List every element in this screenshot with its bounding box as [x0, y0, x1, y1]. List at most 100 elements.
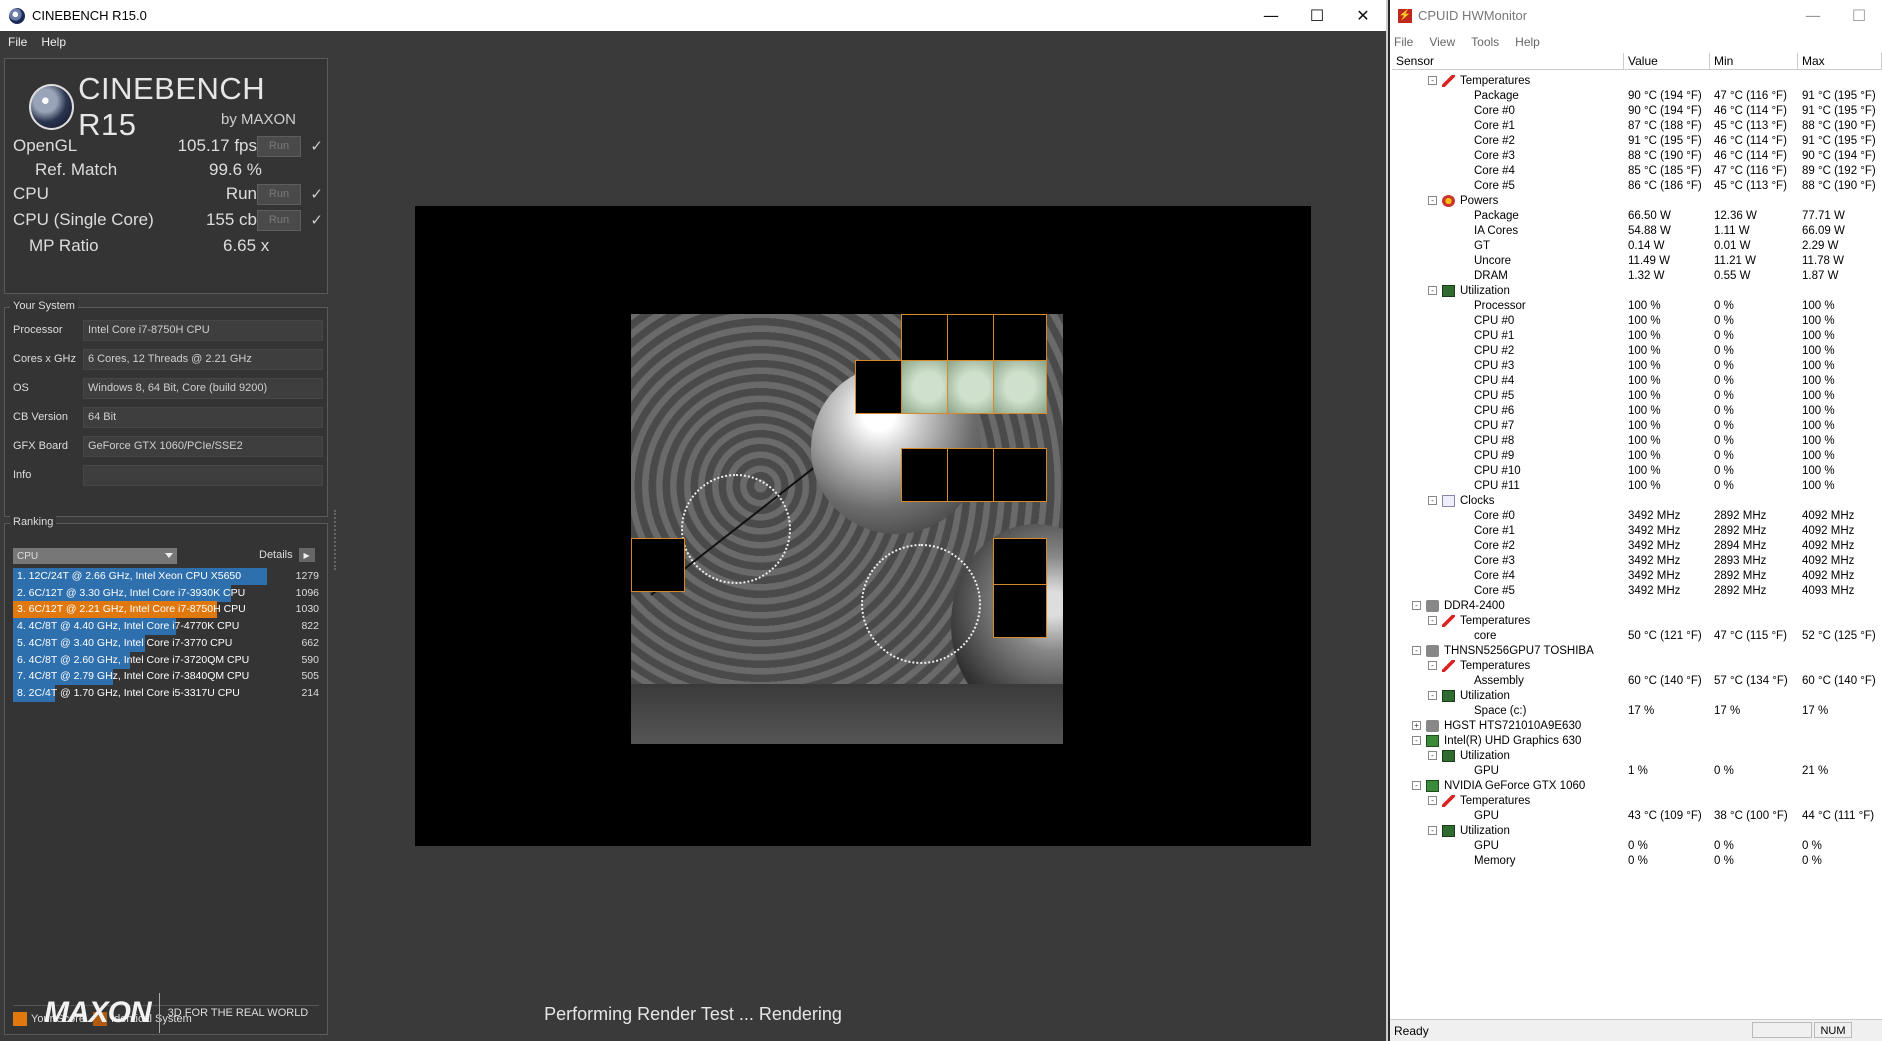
cpu-value: Run [225, 184, 257, 203]
system-row-cores: Cores x GHz 6 Cores, 12 Threads @ 2.21 G… [13, 347, 323, 371]
collapse-icon[interactable]: - [1428, 661, 1437, 670]
system-key: CB Version [13, 411, 69, 423]
render-viewport [415, 206, 1311, 846]
ranking-item[interactable]: 2. 6C/12T @ 3.30 GHz, Intel Core i7-3930… [13, 584, 321, 602]
scene-flower [861, 544, 981, 664]
pow-sensor-icon [1442, 195, 1455, 207]
system-key: Processor [13, 324, 63, 336]
system-value[interactable]: Windows 8, 64 Bit, Core (build 9200) [83, 377, 323, 399]
system-value[interactable]: 64 Bit [83, 406, 323, 428]
result-mp-ratio: MP Ratio 6.65 x [13, 233, 325, 259]
expand-icon[interactable]: + [1412, 721, 1421, 730]
hwmonitor-titlebar[interactable]: ⚡ CPUID HWMonitor — ☐ [1390, 0, 1882, 31]
hw-minimize-icon[interactable]: — [1790, 0, 1836, 31]
util-sensor-icon [1442, 285, 1455, 297]
collapse-icon[interactable]: - [1428, 196, 1437, 205]
minimize-icon[interactable]: — [1248, 0, 1294, 31]
temp-sensor-icon [1442, 615, 1455, 627]
collapse-icon[interactable]: - [1412, 736, 1421, 745]
ranking-item[interactable]: 8. 2C/4T @ 1.70 GHz, Intel Core i5-3317U… [13, 684, 321, 702]
details-button[interactable]: Details ▶ [259, 548, 315, 562]
column-value[interactable]: Value [1624, 53, 1710, 70]
ranking-item[interactable]: 4. 4C/8T @ 4.40 GHz, Intel Core i7-4770K… [13, 618, 321, 636]
ranking-score: 505 [301, 670, 319, 683]
menu-help[interactable]: Help [41, 35, 66, 49]
column-sensor[interactable]: Sensor [1392, 53, 1624, 70]
ranking-item[interactable]: 1. 12C/24T @ 2.66 GHz, Intel Xeon CPU X5… [13, 568, 321, 585]
hw-menu-file[interactable]: File [1394, 35, 1413, 49]
column-max[interactable]: Max [1798, 53, 1882, 70]
hw-menu-view[interactable]: View [1429, 35, 1455, 49]
sensor-table-header: Sensor Value Min Max [1392, 53, 1882, 70]
mp-ratio-label: MP Ratio [29, 236, 99, 255]
render-bucket [631, 538, 685, 592]
ranking-score: 590 [301, 653, 319, 666]
collapse-icon[interactable]: - [1428, 616, 1437, 625]
your-system-title: Your System [10, 300, 78, 312]
sensor-row[interactable]: Memory 0 % 0 % 0 % [1392, 852, 1882, 870]
cpu-run-button[interactable]: Run [257, 183, 301, 205]
render-image [631, 314, 1063, 744]
cinebench-titlebar[interactable]: CINEBENCH R15.0 — ☐ ✕ [0, 0, 1386, 31]
system-value[interactable]: Intel Core i7-8750H CPU [83, 319, 323, 341]
collapse-icon[interactable]: - [1428, 76, 1437, 85]
ranking-score: 214 [301, 686, 319, 699]
menu-file[interactable]: File [8, 35, 27, 49]
system-key: Info [13, 469, 32, 481]
info-input[interactable] [83, 464, 323, 486]
hw-menu-help[interactable]: Help [1515, 35, 1540, 49]
collapse-icon[interactable]: - [1428, 796, 1437, 805]
column-min[interactable]: Min [1710, 53, 1798, 70]
cpu-check-icon[interactable]: ✓ [310, 185, 323, 203]
close-icon[interactable]: ✕ [1340, 0, 1386, 31]
ranking-score: 1096 [295, 586, 319, 599]
util-sensor-icon [1442, 750, 1455, 762]
system-row-processor: Processor Intel Core i7-8750H CPU [13, 318, 323, 342]
system-row-os: OS Windows 8, 64 Bit, Core (build 9200) [13, 376, 323, 400]
render-status: Performing Render Test ... Rendering [544, 1004, 842, 1024]
collapse-icon[interactable]: - [1428, 496, 1437, 505]
dev-sensor-icon [1426, 720, 1439, 732]
collapse-icon[interactable]: - [1412, 601, 1421, 610]
hwmonitor-window: ⚡ CPUID HWMonitor — ☐ File View Tools He… [1390, 0, 1882, 1041]
results-panel: CINEBENCH R15 by MAXON OpenGL 105.17 fps… [4, 58, 328, 294]
collapse-icon[interactable]: - [1412, 646, 1421, 655]
system-value[interactable]: GeForce GTX 1060/PCIe/SSE2 [83, 435, 323, 457]
ranking-label: 7. 4C/8T @ 2.79 GHz, Intel Core i7-3840Q… [17, 670, 250, 683]
system-row-gfx: GFX Board GeForce GTX 1060/PCIe/SSE2 [13, 434, 323, 458]
ranking-score: 1279 [295, 570, 319, 582]
render-bucket [993, 584, 1047, 638]
refmatch-value: 99.6 % [209, 160, 262, 179]
collapse-icon[interactable]: - [1428, 286, 1437, 295]
result-cpu: CPU Run Run ✓ [13, 181, 325, 207]
cinema4d-logo-icon [29, 84, 75, 130]
single-core-label: CPU (Single Core) [13, 210, 154, 229]
sensor-min: 0 % [1714, 855, 1734, 867]
collapse-icon[interactable]: - [1428, 751, 1437, 760]
ranking-item[interactable]: 5. 4C/8T @ 3.40 GHz, Intel Core i7-3770 … [13, 634, 321, 652]
collapse-icon[interactable]: - [1428, 826, 1437, 835]
maximize-icon[interactable]: ☐ [1294, 0, 1340, 31]
system-key: OS [13, 382, 29, 394]
sensor-value: 0 % [1628, 855, 1648, 867]
splitter-handle[interactable] [334, 510, 338, 570]
ranking-type-select[interactable]: CPU [13, 548, 177, 564]
ranking-label: 8. 2C/4T @ 1.70 GHz, Intel Core i5-3317U… [17, 686, 240, 699]
opengl-check-icon[interactable]: ✓ [310, 137, 323, 155]
temp-sensor-icon [1442, 660, 1455, 672]
ranking-item[interactable]: 3. 6C/12T @ 2.21 GHz, Intel Core i7-8750… [13, 601, 321, 619]
single-core-run-button[interactable]: Run [257, 209, 301, 231]
cinebench-window-title: CINEBENCH R15.0 [32, 8, 147, 23]
result-single-core: CPU (Single Core) 155 cb Run ✓ [13, 207, 325, 233]
single-core-check-icon[interactable]: ✓ [310, 211, 323, 229]
hw-menu-tools[interactable]: Tools [1471, 35, 1499, 49]
temp-sensor-icon [1442, 75, 1455, 87]
opengl-run-button[interactable]: Run [257, 135, 301, 157]
ranking-item[interactable]: 6. 4C/8T @ 2.60 GHz, Intel Core i7-3720Q… [13, 651, 321, 669]
collapse-icon[interactable]: - [1412, 781, 1421, 790]
ranking-item[interactable]: 7. 4C/8T @ 2.79 GHz, Intel Core i7-3840Q… [13, 668, 321, 686]
hw-maximize-icon[interactable]: ☐ [1836, 0, 1882, 31]
cinebench-menubar: File Help [0, 31, 1386, 53]
system-value[interactable]: 6 Cores, 12 Threads @ 2.21 GHz [83, 348, 323, 370]
collapse-icon[interactable]: - [1428, 691, 1437, 700]
